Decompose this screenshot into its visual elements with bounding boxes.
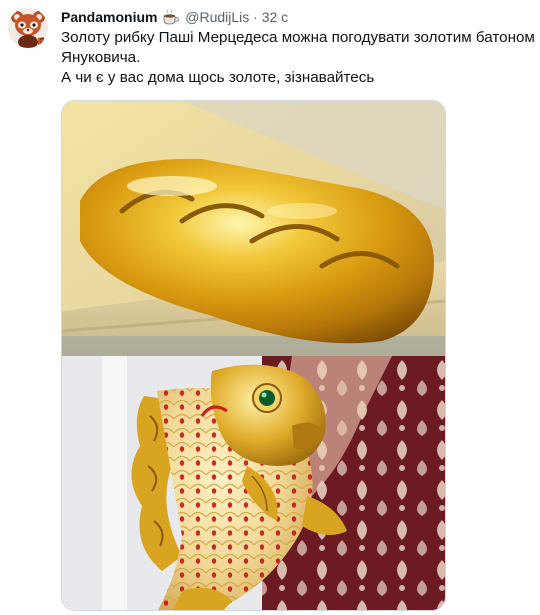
tweet-text: Золоту рибку Паші Мерцедеса можна погоду…	[61, 28, 536, 88]
golden-bread-loaf-image[interactable]	[62, 101, 445, 356]
coffee-cup-icon	[162, 9, 180, 25]
author-handle[interactable]: @RudijLis	[185, 9, 249, 25]
tweet-media[interactable]	[61, 100, 446, 611]
separator-dot: ·	[253, 9, 258, 25]
tweet-text-line-1: Золоту рибку Паші Мерцедеса можна погоду…	[61, 29, 535, 66]
tweet-text-line-2: А чи є у вас дома щось золоте, зізнавайт…	[61, 69, 375, 86]
red-panda-avatar-icon	[8, 8, 48, 48]
author-name[interactable]: Pandamonium	[61, 9, 157, 25]
avatar[interactable]	[8, 8, 48, 48]
tweet-header: Pandamonium @RudijLis · 32 с	[61, 7, 534, 27]
golden-fish-figurine-image[interactable]	[62, 356, 445, 610]
timestamp[interactable]: 32 с	[262, 9, 288, 25]
